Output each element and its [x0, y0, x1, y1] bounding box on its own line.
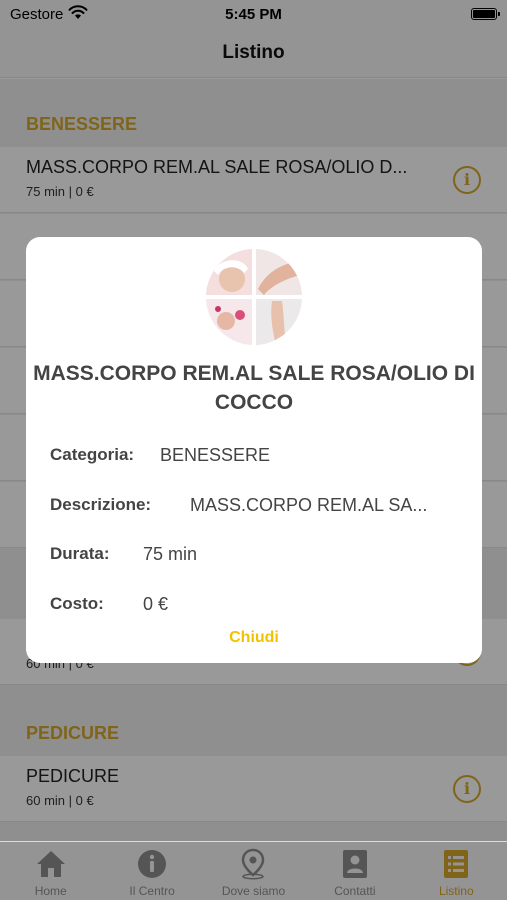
descrizione-value: MASS.CORPO REM.AL SA...: [190, 495, 428, 515]
tab-bar: Home Il Centro Dove siamo Contatti Listi…: [0, 841, 507, 900]
service-image: [206, 249, 302, 345]
detail-modal: MASS.CORPO REM.AL SALE ROSA/OLIO DI COCC…: [26, 237, 482, 663]
tab-bar-backdrop: [0, 842, 507, 900]
categoria-label: Categoria:: [50, 445, 135, 464]
descrizione-label: Descrizione:: [50, 495, 152, 514]
costo-label: Costo:: [50, 594, 104, 613]
durata-value: 75 min: [143, 544, 198, 564]
close-button[interactable]: Chiudi: [26, 629, 482, 647]
durata-label: Durata:: [50, 544, 110, 563]
categoria-value: BENESSERE: [160, 445, 271, 465]
costo-value: 0 €: [143, 594, 169, 614]
modal-title: MASS.CORPO REM.AL SALE ROSA/OLIO DI COCC…: [33, 362, 475, 414]
